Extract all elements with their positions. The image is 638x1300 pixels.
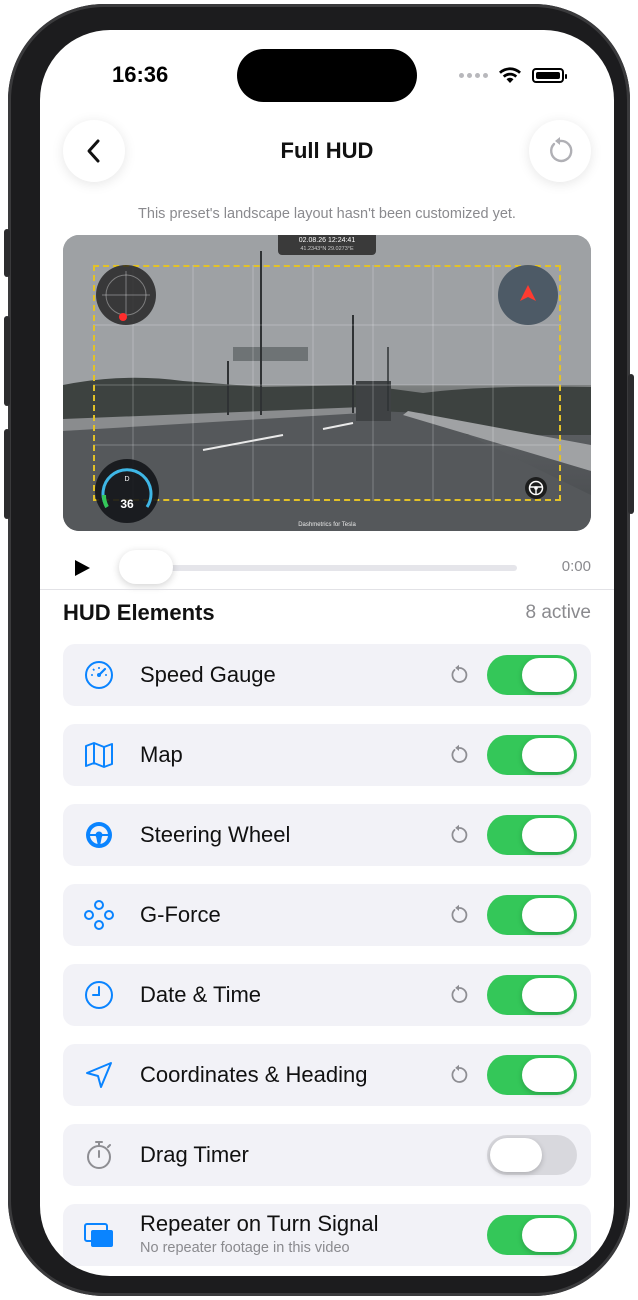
hud-row-g-force[interactable]: G-Force [63,884,591,946]
reset-icon[interactable] [447,1063,471,1087]
speedometer-icon [85,661,113,689]
playback-time: 0:00 [561,558,591,575]
toggle-map[interactable] [487,735,577,775]
wifi-icon [499,67,521,83]
g-force-overlay[interactable] [96,265,156,325]
timestamp-text: 02.08.26 12:24:41 [298,237,356,244]
hud-safe-area-guide [93,265,561,501]
reset-icon [550,137,573,163]
row-label: Speed Gauge [140,662,276,687]
clock-icon [85,981,113,1009]
steering-wheel-icon [86,822,112,848]
playback-bar: 0:00 [63,550,591,586]
svg-text:D: D [124,476,129,483]
screen: 16:36 Full HUD This preset's landscape l… [40,30,614,1276]
toggle-drag-timer[interactable] [487,1135,577,1175]
hud-row-date-time[interactable]: Date & Time [63,964,591,1026]
row-label: Map [140,742,183,767]
stopwatch-icon [87,1141,111,1169]
toggle-coordinates-heading[interactable] [487,1055,577,1095]
hud-row-steering-wheel[interactable]: Steering Wheel [63,804,591,866]
hud-row-map[interactable]: Map [63,724,591,786]
reset-icon[interactable] [447,983,471,1007]
repeater-windows-icon [84,1223,113,1247]
video-watermark: Dashmetrics for Tesla [298,522,356,528]
dynamic-island [237,49,417,102]
toggle-steering-wheel[interactable] [487,815,577,855]
phone-frame: 16:36 Full HUD This preset's landscape l… [4,4,634,1296]
reset-icon[interactable] [447,903,471,927]
page-title: Full HUD [280,138,374,163]
toggle-repeater[interactable] [487,1215,577,1255]
scrubber-thumb[interactable] [119,550,173,584]
reset-icon[interactable] [447,663,471,687]
row-label: Repeater on Turn Signal [140,1211,379,1236]
toggle-date-time[interactable] [487,975,577,1015]
video-preview[interactable]: 02.08.26 12:24:41 41.2343°N 29.0273°E D … [63,235,591,531]
cellular-signal-icon [459,72,488,78]
reset-icon[interactable] [447,823,471,847]
section-title: HUD Elements [63,600,215,625]
status-time: 16:36 [112,62,169,87]
active-count: 8 active [525,602,591,623]
row-subtitle: No repeater footage in this video [140,1240,350,1256]
row-label: G-Force [140,902,221,927]
hud-row-coordinates-heading[interactable]: Coordinates & Heading [63,1044,591,1106]
timestamp-overlay: 02.08.26 12:24:41 41.2343°N 29.0273°E [278,235,376,255]
map-icon [85,742,113,768]
reset-icon[interactable] [447,743,471,767]
battery-icon [532,67,567,83]
location-arrow-icon [86,1062,112,1088]
steering-wheel-overlay[interactable] [525,477,547,499]
status-icons [459,66,567,84]
scrubber-track[interactable] [121,565,517,571]
row-label: Drag Timer [140,1142,249,1167]
row-label: Date & Time [140,982,262,1007]
row-label: Steering Wheel [140,822,291,847]
row-label: Coordinates & Heading [140,1062,368,1087]
play-button[interactable] [75,560,90,576]
g-force-icon [84,900,114,930]
divider [40,589,614,590]
layout-notice: This preset's landscape layout hasn't be… [138,206,516,222]
toggle-g-force[interactable] [487,895,577,935]
reset-layout-button[interactable] [529,120,591,182]
hud-row-drag-timer[interactable]: Drag Timer [63,1124,591,1186]
hud-row-speed-gauge[interactable]: Speed Gauge [63,644,591,706]
map-overlay[interactable] [498,265,558,325]
speed-value: 36 [120,497,134,511]
coordinates-text: 41.2343°N 29.0273°E [300,246,354,252]
toggle-speed-gauge[interactable] [487,655,577,695]
speed-gauge-overlay[interactable]: D 36 [95,459,159,523]
hud-row-repeater[interactable]: Repeater on Turn Signal No repeater foot… [63,1204,591,1266]
